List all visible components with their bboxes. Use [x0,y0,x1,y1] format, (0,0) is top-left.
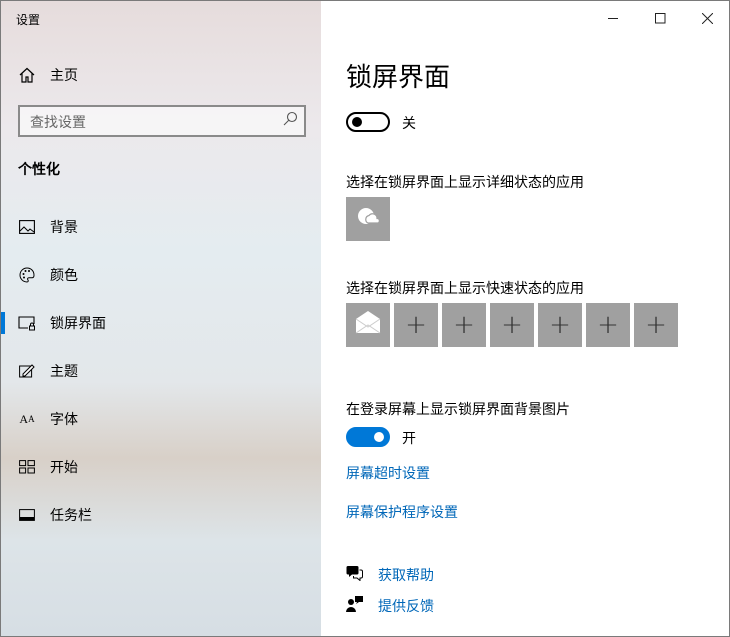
minimize-button[interactable] [590,1,636,35]
lock-screen-icon [18,314,36,332]
signin-background-toggle[interactable] [346,427,390,447]
weather-icon [356,204,380,234]
sidebar-item-label: 颜色 [50,268,78,284]
screen-timeout-link[interactable]: 屏幕超时设置 [346,463,430,483]
window-title: 设置 [16,13,41,27]
sidebar-item-start[interactable]: 开始 [1,447,321,487]
sidebar-item-label: 任务栏 [50,508,92,524]
sidebar-item-label: 锁屏界面 [50,316,106,332]
feedback-icon [346,596,363,616]
quick-app-mail-tile[interactable] [346,303,390,347]
mail-icon [355,310,381,341]
search-icon[interactable] [282,111,298,131]
section-heading: 个性化 [18,162,60,178]
font-icon: AA [19,411,35,426]
screen-saver-link[interactable]: 屏幕保护程序设置 [346,502,458,522]
get-help-link[interactable]: 获取帮助 [378,565,434,585]
taskbar-icon [18,506,36,524]
close-button[interactable] [684,1,730,35]
detailed-status-label: 选择在锁屏界面上显示详细状态的应用 [346,175,584,191]
sidebar-item-label: 开始 [50,460,78,476]
palette-icon [18,266,36,284]
home-icon [18,66,36,84]
start-icon [18,458,36,476]
quick-status-label: 选择在锁屏界面上显示快速状态的应用 [346,281,584,297]
picture-icon [18,218,36,236]
add-quick-app-button[interactable]: + [538,303,582,347]
search-input[interactable]: 查找设置 [18,105,306,137]
search-placeholder: 查找设置 [30,115,86,131]
signin-background-label: 在登录屏幕上显示锁屏界面背景图片 [346,402,570,418]
page-title: 锁屏界面 [346,63,451,93]
sidebar-item-colors[interactable]: 颜色 [1,255,321,295]
sidebar-item-lock-screen[interactable]: 锁屏界面 [1,303,321,343]
selected-indicator [1,312,5,334]
maximize-button[interactable] [637,1,683,35]
sidebar-item-background[interactable]: 背景 [1,207,321,247]
sidebar-item-taskbar[interactable]: 任务栏 [1,495,321,535]
add-quick-app-button[interactable]: + [634,303,678,347]
add-quick-app-button[interactable]: + [442,303,486,347]
sidebar-item-home[interactable]: 主页 [1,55,321,95]
settings-window: 设置 主页 查找设置 个性化 背景 颜色 锁屏界面 主题 AA 字体 开始 任务… [0,0,730,637]
sidebar-item-fonts[interactable]: AA 字体 [1,399,321,439]
add-quick-app-button[interactable]: + [586,303,630,347]
sidebar-item-label: 主题 [50,364,78,380]
detailed-app-weather-tile[interactable] [346,197,390,241]
add-quick-app-button[interactable]: + [394,303,438,347]
home-label: 主页 [50,68,78,84]
toggle-state-off: 关 [402,116,416,132]
add-quick-app-button[interactable]: + [490,303,534,347]
sidebar: 设置 主页 查找设置 个性化 背景 颜色 锁屏界面 主题 AA 字体 开始 任务… [1,1,321,636]
theme-icon [18,362,36,380]
sidebar-item-label: 背景 [50,220,78,236]
give-feedback-link[interactable]: 提供反馈 [378,596,434,616]
sidebar-item-themes[interactable]: 主题 [1,351,321,391]
toggle-state-on: 开 [402,431,416,447]
sidebar-item-label: 字体 [50,412,78,428]
lock-screen-toggle-off[interactable] [346,112,390,132]
help-icon [346,565,363,585]
